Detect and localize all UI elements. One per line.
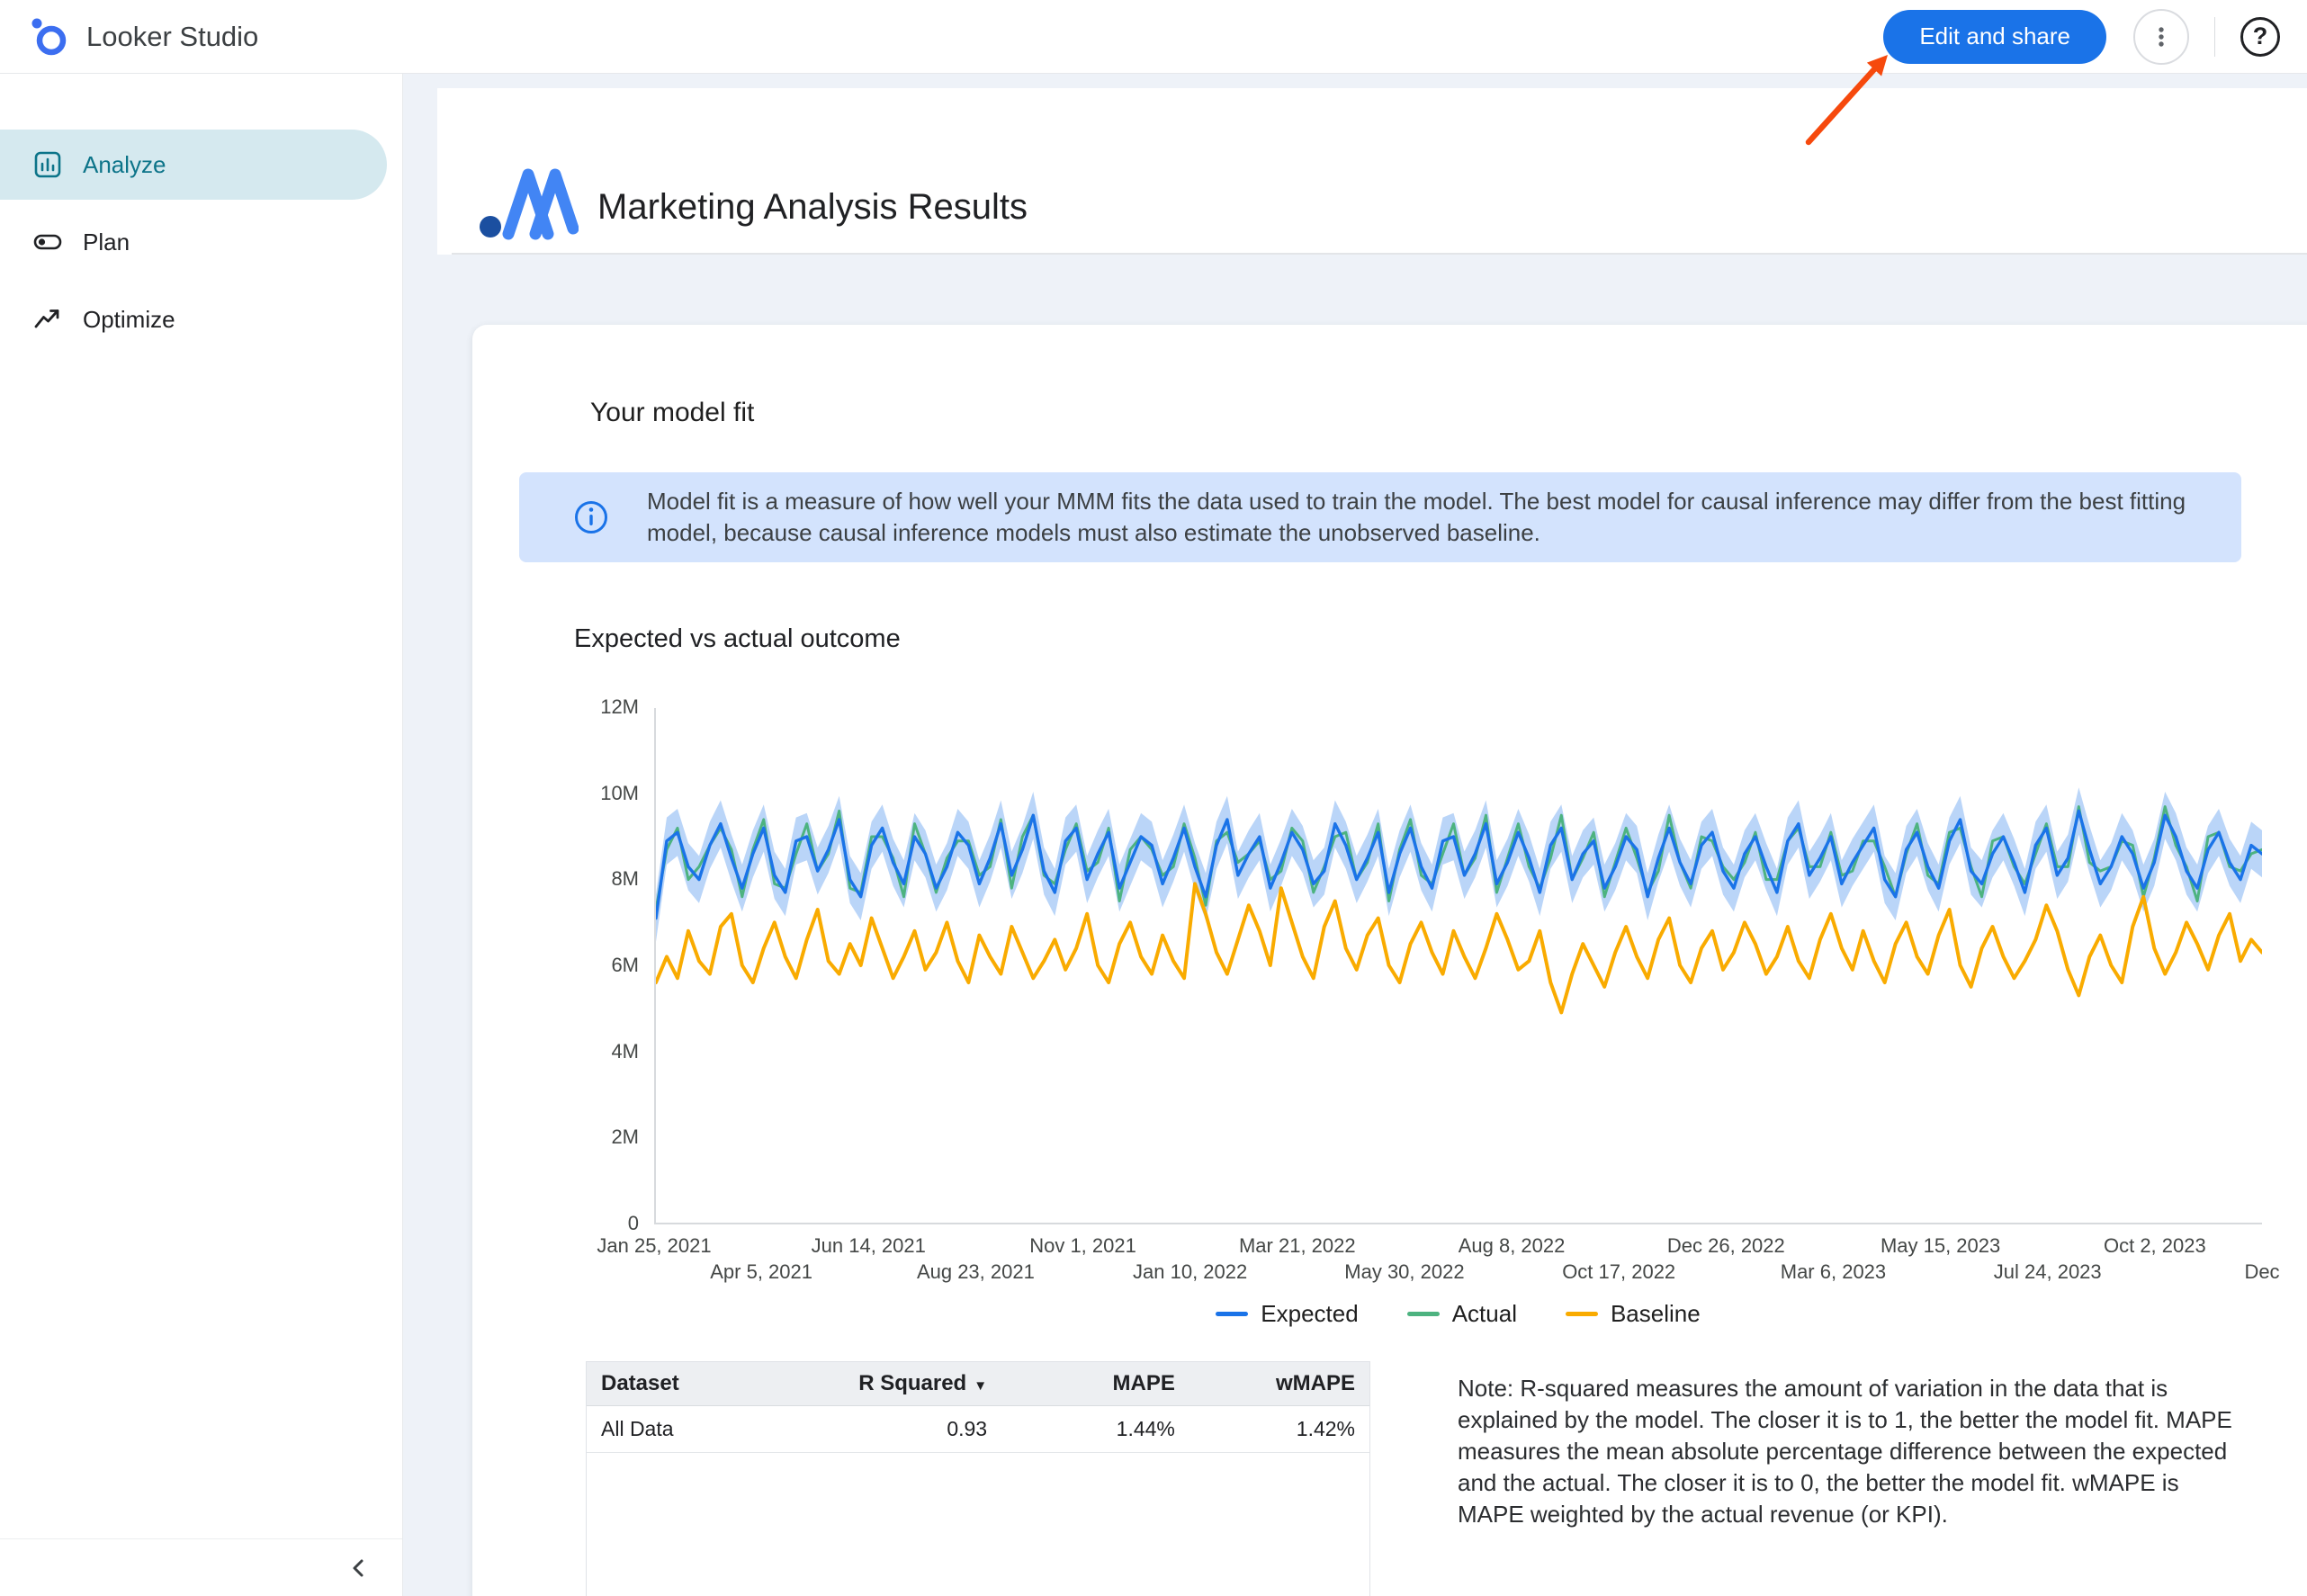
analyze-chart-icon: [32, 149, 63, 180]
x-axis-tick-label: Aug 8, 2022: [1426, 1234, 1597, 1258]
x-axis-tick-label: Oct 17, 2022: [1533, 1260, 1704, 1284]
legend-swatch-icon: [1566, 1312, 1598, 1316]
sidebar-item-label: Optimize: [83, 306, 175, 334]
x-axis-tick-label: Jan 25, 2021: [569, 1234, 740, 1258]
legend-label: Actual: [1452, 1300, 1517, 1328]
note-text: Note: R-squared measures the amount of v…: [1458, 1373, 2237, 1530]
sidebar: Analyze Plan Optimize: [0, 74, 403, 1596]
legend-label: Baseline: [1611, 1300, 1701, 1328]
y-axis-tick-label: 8M: [518, 867, 639, 891]
chart-series-svg: [656, 708, 2262, 1223]
column-header-wmape[interactable]: wMAPE: [1189, 1362, 1369, 1406]
x-axis-tick-label: May 30, 2022: [1319, 1260, 1490, 1284]
table-cell: 0.93: [830, 1406, 1001, 1453]
topbar-divider: [2214, 17, 2215, 57]
y-axis-tick-label: 0: [518, 1212, 639, 1235]
x-axis-tick-label: Mar 21, 2022: [1212, 1234, 1383, 1258]
help-button[interactable]: ?: [2240, 17, 2280, 57]
sidebar-item-analyze[interactable]: Analyze: [0, 130, 387, 200]
sidebar-nav: Analyze Plan Optimize: [0, 74, 402, 354]
looker-studio-logo-icon: [27, 15, 70, 58]
x-axis-tick-label: Jun 14, 2021: [783, 1234, 954, 1258]
sort-desc-icon: ▼: [974, 1378, 987, 1394]
report-page: Marketing Analysis Results Your model fi…: [437, 88, 2307, 1596]
y-axis-tick-label: 4M: [518, 1040, 639, 1063]
column-header-dataset[interactable]: Dataset: [587, 1362, 830, 1406]
legend-item-expected[interactable]: Expected: [1216, 1300, 1358, 1328]
chart-plot-area[interactable]: [654, 708, 2262, 1224]
collapse-chevron-left-icon[interactable]: [346, 1556, 372, 1581]
x-axis-tick-label: Jul 24, 2023: [1962, 1260, 2133, 1284]
app-window: Looker Studio Edit and share ? Analyze: [0, 0, 2307, 1596]
chart-legend: Expected Actual Baseline: [654, 1300, 2262, 1328]
legend-item-baseline[interactable]: Baseline: [1566, 1300, 1701, 1328]
optimize-trending-up-icon: [32, 304, 63, 335]
plan-toggle-icon: [32, 227, 63, 257]
x-axis-tick-label: Dec: [2177, 1260, 2307, 1284]
table-row: All Data0.931.44%1.42%: [587, 1406, 1369, 1453]
kebab-menu-icon: [2150, 25, 2173, 49]
legend-swatch-icon: [1216, 1312, 1248, 1316]
legend-item-actual[interactable]: Actual: [1407, 1300, 1517, 1328]
sidebar-item-optimize[interactable]: Optimize: [0, 284, 402, 354]
sidebar-item-label: Plan: [83, 229, 130, 256]
sidebar-footer: [0, 1538, 402, 1596]
y-axis-tick-label: 6M: [518, 954, 639, 977]
x-axis-tick-label: Aug 23, 2021: [890, 1260, 1061, 1284]
edit-and-share-button[interactable]: Edit and share: [1883, 10, 2106, 64]
x-axis-tick-label: Dec 26, 2022: [1640, 1234, 1811, 1258]
x-axis-tick-label: Oct 2, 2023: [2069, 1234, 2240, 1258]
x-axis-tick-label: Jan 10, 2022: [1105, 1260, 1276, 1284]
legend-swatch-icon: [1407, 1312, 1440, 1316]
table-header-row: Dataset R Squared▼ MAPE wMAPE: [587, 1362, 1369, 1406]
x-axis-tick-label: Mar 6, 2023: [1747, 1260, 1918, 1284]
x-axis-tick-label: Apr 5, 2021: [676, 1260, 847, 1284]
y-axis-tick-label: 2M: [518, 1125, 639, 1149]
y-axis-tick-label: 10M: [518, 782, 639, 805]
table-cell: 1.44%: [1001, 1406, 1189, 1453]
y-axis-tick-label: 12M: [518, 695, 639, 719]
confidence-band: [656, 787, 2262, 942]
help-icon: ?: [2253, 22, 2268, 50]
column-header-mape[interactable]: MAPE: [1001, 1362, 1189, 1406]
table-cell: 1.42%: [1189, 1406, 1369, 1453]
legend-label: Expected: [1261, 1300, 1358, 1328]
column-header-r-squared[interactable]: R Squared▼: [830, 1362, 1001, 1406]
more-options-button[interactable]: [2133, 9, 2189, 65]
x-axis-tick-label: May 15, 2023: [1855, 1234, 2026, 1258]
app-title: Looker Studio: [86, 21, 258, 53]
top-bar: Looker Studio Edit and share ?: [0, 0, 2307, 74]
model-fit-table: Dataset R Squared▼ MAPE wMAPE All Data0.…: [586, 1361, 1370, 1596]
sidebar-item-label: Analyze: [83, 151, 166, 179]
report-canvas: Marketing Analysis Results Your model fi…: [403, 74, 2307, 1596]
sidebar-item-plan[interactable]: Plan: [0, 207, 402, 277]
x-axis-tick-label: Nov 1, 2021: [998, 1234, 1169, 1258]
table-cell: All Data: [587, 1406, 830, 1453]
